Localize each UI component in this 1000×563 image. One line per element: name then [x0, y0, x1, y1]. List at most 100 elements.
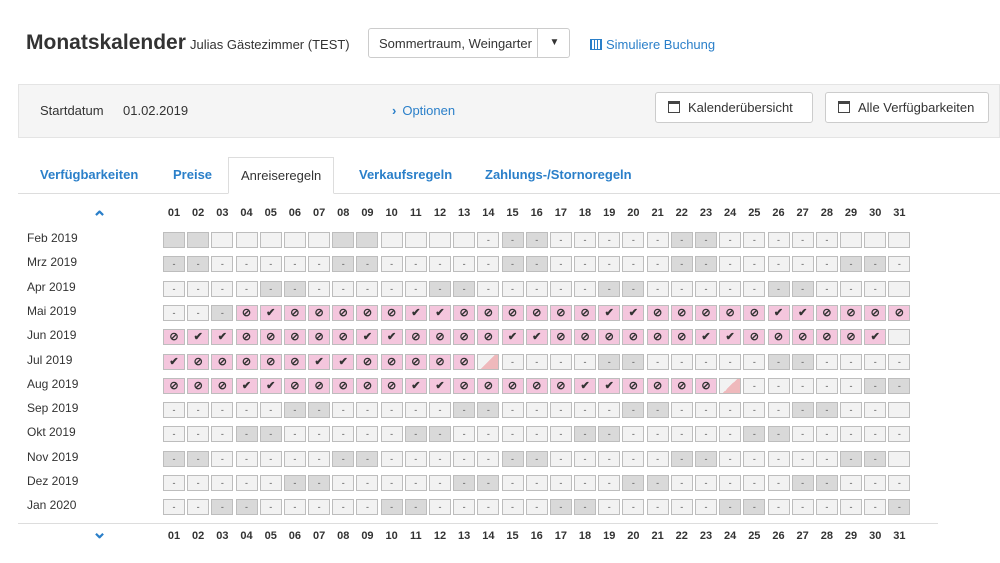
day-cell[interactable]: -: [622, 499, 645, 516]
day-cell[interactable]: -: [308, 426, 331, 443]
day-cell[interactable]: -: [694, 256, 717, 273]
day-cell[interactable]: -: [719, 450, 742, 467]
day-cell[interactable]: -: [525, 402, 548, 419]
arrival-blocked-cell[interactable]: ⊘: [598, 329, 621, 346]
day-cell[interactable]: -: [574, 353, 597, 370]
day-cell[interactable]: -: [477, 232, 500, 248]
day-cell[interactable]: -: [574, 475, 597, 491]
arrival-blocked-cell[interactable]: ⊘: [525, 304, 548, 321]
day-cell[interactable]: -: [815, 232, 838, 248]
day-cell[interactable]: -: [646, 256, 669, 273]
day-cell[interactable]: -: [549, 475, 572, 491]
day-cell[interactable]: -: [791, 232, 814, 248]
calendar-overview-button[interactable]: Kalenderübersicht: [655, 92, 813, 123]
day-cell[interactable]: -: [187, 256, 210, 273]
day-cell[interactable]: -: [525, 256, 548, 273]
arrival-allowed-cell[interactable]: ✔: [598, 377, 621, 394]
day-cell[interactable]: -: [815, 475, 838, 491]
arrival-allowed-cell[interactable]: ✔: [187, 329, 210, 346]
day-cell[interactable]: -: [646, 499, 669, 516]
day-cell[interactable]: -: [791, 280, 814, 297]
day-cell[interactable]: -: [477, 450, 500, 467]
day-cell[interactable]: -: [694, 402, 717, 419]
arrival-blocked-cell[interactable]: ⊘: [308, 329, 331, 346]
day-cell[interactable]: -: [404, 280, 427, 297]
day-cell[interactable]: -: [308, 475, 331, 491]
day-cell[interactable]: -: [501, 232, 524, 248]
arrival-blocked-cell[interactable]: ⊘: [308, 304, 331, 321]
arrival-blocked-cell[interactable]: ⊘: [815, 304, 838, 321]
unit-select[interactable]: Sommertraum, Weingarter ▼: [368, 28, 570, 58]
day-cell[interactable]: -: [670, 280, 693, 297]
day-cell[interactable]: -: [211, 402, 234, 419]
day-cell[interactable]: -: [767, 256, 790, 273]
day-cell[interactable]: -: [549, 402, 572, 419]
arrival-blocked-cell[interactable]: ⊘: [332, 304, 355, 321]
arrival-blocked-cell[interactable]: ⊘: [259, 353, 282, 370]
day-cell[interactable]: [888, 280, 911, 297]
tab-zahlungs-stornoregeln[interactable]: Zahlungs-/Stornoregeln: [485, 167, 632, 182]
arrival-blocked-cell[interactable]: ⊘: [694, 377, 717, 394]
day-cell[interactable]: -: [694, 475, 717, 491]
day-cell[interactable]: -: [694, 426, 717, 443]
arrival-allowed-cell[interactable]: ✔: [428, 304, 451, 321]
day-cell[interactable]: -: [767, 475, 790, 491]
day-cell[interactable]: -: [864, 377, 887, 394]
day-cell[interactable]: -: [308, 450, 331, 467]
arrival-blocked-cell[interactable]: ⊘: [404, 329, 427, 346]
arrival-allowed-cell[interactable]: ✔: [767, 304, 790, 321]
arrival-blocked-cell[interactable]: ⊘: [163, 329, 185, 346]
day-cell[interactable]: -: [888, 426, 911, 443]
day-cell[interactable]: -: [743, 499, 766, 516]
day-cell[interactable]: [719, 377, 742, 394]
day-cell[interactable]: -: [815, 353, 838, 370]
day-cell[interactable]: -: [694, 280, 717, 297]
day-cell[interactable]: -: [791, 450, 814, 467]
tab-preise[interactable]: Preise: [173, 167, 212, 182]
day-cell[interactable]: -: [767, 377, 790, 394]
arrival-blocked-cell[interactable]: ⊘: [622, 329, 645, 346]
day-cell[interactable]: -: [549, 280, 572, 297]
day-cell[interactable]: -: [259, 499, 282, 516]
arrival-blocked-cell[interactable]: ⊘: [235, 329, 258, 346]
arrival-blocked-cell[interactable]: ⊘: [549, 304, 572, 321]
day-cell[interactable]: -: [380, 499, 403, 516]
arrival-allowed-cell[interactable]: ✔: [719, 329, 742, 346]
day-cell[interactable]: -: [259, 402, 282, 419]
day-cell[interactable]: -: [477, 256, 500, 273]
day-cell[interactable]: -: [501, 280, 524, 297]
arrival-blocked-cell[interactable]: ⊘: [743, 304, 766, 321]
day-cell[interactable]: -: [525, 475, 548, 491]
arrival-allowed-cell[interactable]: ✔: [259, 304, 282, 321]
day-cell[interactable]: -: [888, 499, 911, 516]
day-cell[interactable]: -: [864, 450, 887, 467]
arrival-blocked-cell[interactable]: ⊘: [767, 329, 790, 346]
day-cell[interactable]: -: [235, 256, 258, 273]
day-cell[interactable]: -: [694, 450, 717, 467]
day-cell[interactable]: -: [163, 475, 185, 491]
day-cell[interactable]: [840, 232, 863, 248]
day-cell[interactable]: -: [622, 353, 645, 370]
day-cell[interactable]: -: [767, 232, 790, 248]
day-cell[interactable]: -: [428, 402, 451, 419]
day-cell[interactable]: -: [501, 353, 524, 370]
arrival-blocked-cell[interactable]: ⊘: [453, 329, 476, 346]
day-cell[interactable]: -: [646, 280, 669, 297]
day-cell[interactable]: [163, 232, 185, 248]
day-cell[interactable]: -: [719, 499, 742, 516]
day-cell[interactable]: -: [283, 256, 306, 273]
day-cell[interactable]: -: [622, 280, 645, 297]
arrival-blocked-cell[interactable]: ⊘: [283, 329, 306, 346]
day-cell[interactable]: -: [308, 499, 331, 516]
arrival-blocked-cell[interactable]: ⊘: [670, 304, 693, 321]
arrival-blocked-cell[interactable]: ⊘: [453, 377, 476, 394]
day-cell[interactable]: -: [864, 426, 887, 443]
arrival-blocked-cell[interactable]: ⊘: [283, 377, 306, 394]
arrival-allowed-cell[interactable]: ✔: [332, 353, 355, 370]
arrival-blocked-cell[interactable]: ⊘: [646, 329, 669, 346]
day-cell[interactable]: -: [549, 232, 572, 248]
arrival-blocked-cell[interactable]: ⊘: [622, 377, 645, 394]
day-cell[interactable]: [888, 450, 911, 467]
day-cell[interactable]: -: [380, 280, 403, 297]
day-cell[interactable]: -: [283, 280, 306, 297]
